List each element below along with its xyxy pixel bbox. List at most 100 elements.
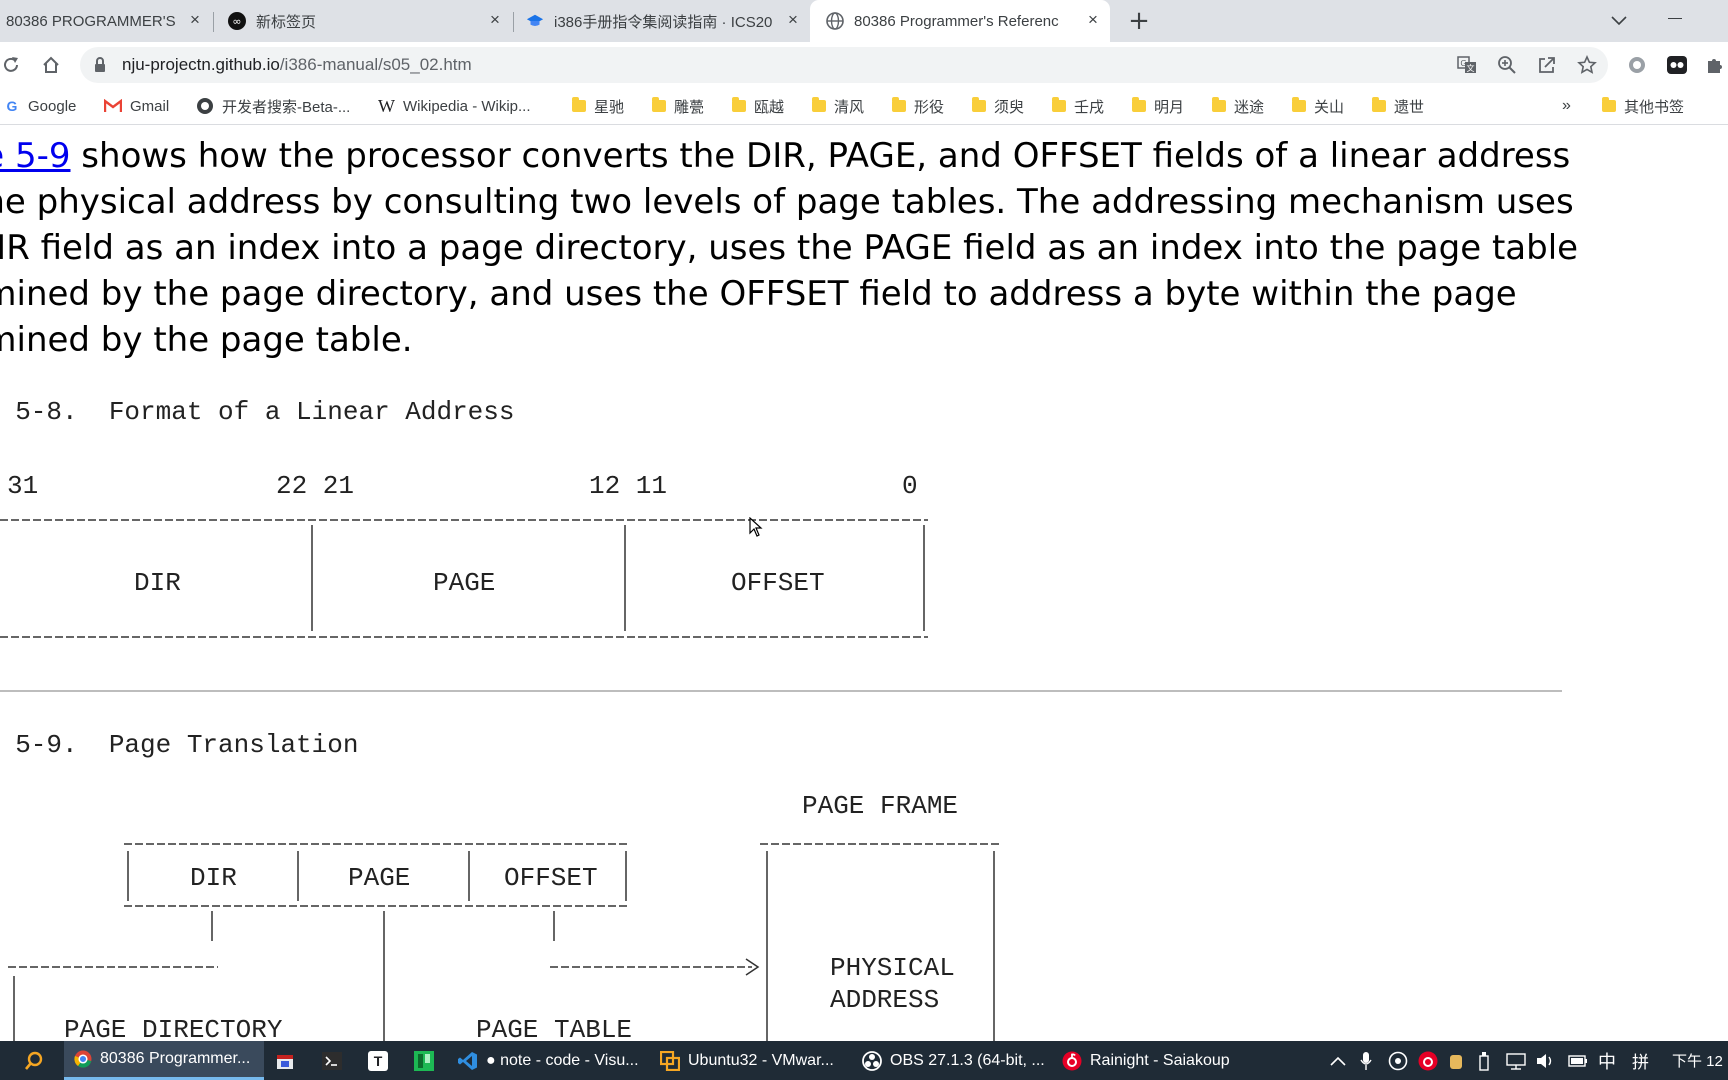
new-tab-button[interactable]: + bbox=[1124, 6, 1154, 36]
typora-icon: T bbox=[368, 1050, 388, 1071]
taskbar-label: OBS 27.1.3 (64-bit, ... bbox=[890, 1051, 1045, 1069]
bookmark-label: 清风 bbox=[834, 98, 865, 116]
svg-text:G: G bbox=[7, 98, 18, 114]
bookmark-google[interactable]: G Google bbox=[4, 95, 77, 117]
extension-app-icon[interactable] bbox=[1662, 50, 1692, 80]
bookmark-label: 遗世 bbox=[1394, 98, 1425, 116]
taskbar-label: Rainight - Saiakoup bbox=[1090, 1051, 1230, 1069]
close-icon[interactable]: × bbox=[1084, 11, 1102, 29]
folder-icon bbox=[972, 97, 986, 112]
taskbar-item-netease-music[interactable]: Rainight - Saiakoup bbox=[1062, 1041, 1246, 1080]
chevron-down-icon[interactable] bbox=[1606, 8, 1632, 34]
bookmark-folder[interactable]: 关山 bbox=[1292, 95, 1344, 117]
taskbar-item-green-app[interactable] bbox=[414, 1041, 442, 1080]
ime-indicator[interactable]: 中 bbox=[1598, 1041, 1616, 1080]
netease-tray-icon[interactable] bbox=[1418, 1041, 1438, 1080]
battery-icon[interactable] bbox=[1568, 1041, 1588, 1080]
tab-80386-programmers[interactable]: 80386 PROGRAMMER'S × bbox=[0, 0, 212, 42]
close-icon[interactable]: × bbox=[486, 11, 504, 29]
close-icon[interactable]: × bbox=[186, 11, 204, 29]
bookmark-wikipedia[interactable]: W Wikipedia - Wikip... bbox=[378, 95, 531, 117]
taskbar-item-vmware[interactable]: Ubuntu32 - VMwar... bbox=[660, 1041, 858, 1080]
reload-icon bbox=[4, 57, 18, 72]
page-directory-label: PAGE DIRECTORY bbox=[64, 1015, 283, 1041]
url-host: nju-projectn.github.io bbox=[122, 55, 280, 74]
translate-icon[interactable]: 文G bbox=[1456, 54, 1478, 76]
bookmark-folder[interactable]: 壬戌 bbox=[1052, 95, 1104, 117]
tab-title: 80386 Programmer's Referenc bbox=[854, 12, 1059, 30]
mouse-cursor-icon bbox=[749, 516, 763, 541]
bookmark-label: 其他书签 bbox=[1624, 98, 1685, 116]
taskbar-item-typora[interactable]: T bbox=[368, 1041, 396, 1080]
figure-5-9-link[interactable]: re 5-9 bbox=[0, 136, 71, 176]
svg-text:∞: ∞ bbox=[232, 15, 241, 28]
bookmark-folder[interactable]: 形役 bbox=[892, 95, 944, 117]
volume-icon[interactable] bbox=[1536, 1041, 1556, 1080]
taskbar-label: ● note - code - Visu... bbox=[486, 1051, 639, 1069]
address-bar[interactable]: nju-projectn.github.io/i386-manual/s05_0… bbox=[80, 47, 1608, 83]
extensions-puzzle-icon[interactable] bbox=[1700, 50, 1728, 80]
tab-divider bbox=[213, 12, 214, 32]
star-icon[interactable] bbox=[1576, 54, 1598, 76]
tab-i386-guide[interactable]: i386手册指令集阅读指南 · ICS20 × bbox=[520, 0, 810, 42]
taskbar-item-obs[interactable]: OBS 27.1.3 (64-bit, ... bbox=[862, 1041, 1058, 1080]
taskbar-item-chrome[interactable]: 80386 Programmer... bbox=[64, 1041, 264, 1080]
translation-field-page: PAGE bbox=[348, 863, 410, 893]
bookmark-folder[interactable]: 清风 bbox=[812, 95, 864, 117]
clock[interactable]: 下午 12 bbox=[1672, 1041, 1723, 1080]
bit-label-0: 0 bbox=[902, 471, 918, 501]
taskbar-item-terminal[interactable] bbox=[322, 1041, 350, 1080]
minimize-button[interactable] bbox=[1668, 18, 1682, 19]
tab-80386-reference[interactable]: 80386 Programmer's Referenc × bbox=[810, 0, 1110, 42]
figure-5-8-diagram: 31 22 21 12 11 0 DIR PAGE OFFSET bbox=[0, 471, 928, 638]
bookmark-label: 明月 bbox=[1154, 98, 1185, 116]
body-paragraph: re 5-9 shows how the processor converts … bbox=[0, 133, 1578, 363]
bookmark-folder[interactable]: 星驰 bbox=[572, 95, 624, 117]
other-bookmarks-folder[interactable]: 其他书签 bbox=[1602, 95, 1684, 117]
folder-icon bbox=[812, 97, 826, 112]
paragraph-line: re 5-9 shows how the processor converts … bbox=[0, 133, 1570, 179]
bit-label-12-11: 12 11 bbox=[589, 471, 667, 501]
bookmark-folder[interactable]: 明月 bbox=[1132, 95, 1184, 117]
usb-icon[interactable] bbox=[1478, 1041, 1490, 1080]
field-offset: OFFSET bbox=[731, 568, 825, 598]
tray-app-icon[interactable] bbox=[1388, 1041, 1408, 1080]
bookmark-label: 开发者搜索-Beta-... bbox=[222, 98, 351, 116]
extension-circle-icon[interactable] bbox=[1622, 50, 1652, 80]
tray-app-icon[interactable] bbox=[1448, 1041, 1464, 1080]
ime-mode-indicator[interactable]: 拼 bbox=[1632, 1041, 1649, 1080]
bookmark-folder[interactable]: 雕甍 bbox=[652, 95, 704, 117]
physical-address-label-1: PHYSICAL bbox=[830, 953, 955, 983]
bookmarks-bar: G Google Gmail 开发者搜索-Beta-... W Wikipedi… bbox=[0, 88, 1728, 125]
taskbar-label: Ubuntu32 - VMwar... bbox=[688, 1051, 834, 1069]
zoom-icon[interactable] bbox=[1496, 54, 1518, 76]
taskbar-item-vscode[interactable]: ● note - code - Visu... bbox=[458, 1041, 644, 1080]
bookmark-folder[interactable]: 遗世 bbox=[1372, 95, 1424, 117]
bookmark-developer-search[interactable]: 开发者搜索-Beta-... bbox=[196, 95, 350, 117]
bookmarks-overflow-button[interactable]: » bbox=[1562, 95, 1571, 117]
bookmark-gmail[interactable]: Gmail bbox=[104, 95, 169, 117]
search-button[interactable] bbox=[24, 1041, 54, 1080]
tray-expand-icon[interactable] bbox=[1330, 1041, 1346, 1080]
home-icon bbox=[43, 56, 59, 73]
share-icon[interactable] bbox=[1536, 54, 1558, 76]
bookmark-folder[interactable]: 迷途 bbox=[1212, 95, 1264, 117]
taskbar-item-calendar[interactable] bbox=[276, 1041, 302, 1080]
bookmark-folder[interactable]: 须臾 bbox=[972, 95, 1024, 117]
lock-icon bbox=[94, 57, 106, 77]
bookmark-label: 迷途 bbox=[1234, 98, 1265, 116]
bookmark-label: 须臾 bbox=[994, 98, 1025, 116]
tab-new-tab[interactable]: ∞ 新标签页 × bbox=[222, 0, 512, 42]
url-text[interactable]: nju-projectn.github.io/i386-manual/s05_0… bbox=[122, 55, 472, 75]
bookmark-label: 关山 bbox=[1314, 98, 1345, 116]
microphone-icon[interactable] bbox=[1360, 1041, 1372, 1080]
bookmark-label: 雕甍 bbox=[674, 98, 705, 116]
folder-icon bbox=[1052, 97, 1066, 112]
folder-icon bbox=[1212, 97, 1226, 112]
close-icon[interactable]: × bbox=[784, 11, 802, 29]
bookmark-folder[interactable]: 瓯越 bbox=[732, 95, 784, 117]
reload-button[interactable] bbox=[0, 50, 26, 80]
infinity-icon: ∞ bbox=[228, 12, 246, 30]
home-button[interactable] bbox=[36, 50, 66, 80]
network-icon[interactable] bbox=[1506, 1041, 1526, 1080]
